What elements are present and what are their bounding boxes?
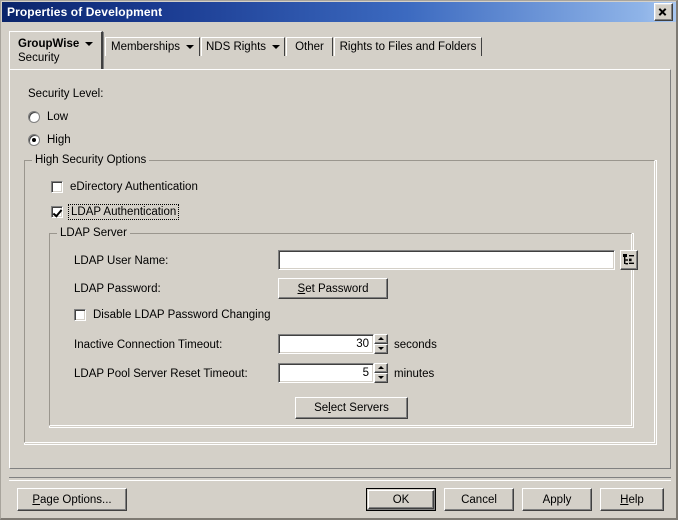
tab-nds-rights[interactable]: NDS Rights xyxy=(201,37,285,56)
set-password-button[interactable]: Set Password xyxy=(278,278,388,299)
radio-security-level-low[interactable]: Low xyxy=(28,111,68,123)
checkbox-ldap-label: LDAP Authentication xyxy=(67,204,180,220)
close-icon[interactable] xyxy=(654,3,673,21)
ldap-password-label: LDAP Password: xyxy=(74,283,161,295)
inactive-timeout-stepper[interactable] xyxy=(374,334,388,354)
tab-groupwise-security[interactable]: GroupWise Security xyxy=(9,31,103,71)
cancel-button-label: Cancel xyxy=(461,493,497,506)
pool-reset-timeout-stepper[interactable] xyxy=(374,363,388,383)
group-ldap-server-title: LDAP Server xyxy=(57,227,130,239)
inactive-timeout-stepper-down[interactable] xyxy=(374,344,388,354)
properties-dialog-window: Properties of Development GroupWise Secu… xyxy=(0,0,678,520)
checkbox-disable-ldap-password-changing[interactable]: Disable LDAP Password Changing xyxy=(74,309,271,321)
ldap-user-name-label: LDAP User Name: xyxy=(74,255,169,267)
group-high-security-options: High Security Options eDirectory Authent… xyxy=(24,154,657,445)
security-level-label: Security Level: xyxy=(28,88,104,100)
tab-rights-label: Rights to Files and Folders xyxy=(339,41,477,53)
set-password-button-label: Set Password xyxy=(297,282,369,295)
ok-button[interactable]: OK xyxy=(366,488,436,511)
titlebar: Properties of Development xyxy=(2,2,676,22)
checkbox-edirectory-authentication[interactable]: eDirectory Authentication xyxy=(51,181,198,193)
tab-other-label: Other xyxy=(295,41,324,53)
apply-button-label: Apply xyxy=(542,493,572,506)
page-options-button-label: Page Options... xyxy=(32,493,112,506)
help-button-label: Help xyxy=(620,493,644,506)
radio-low-indicator[interactable] xyxy=(28,111,40,123)
checkbox-edirectory-indicator[interactable] xyxy=(51,181,63,193)
tab-memberships[interactable]: Memberships xyxy=(105,37,200,56)
radio-security-level-high[interactable]: High xyxy=(28,134,71,146)
tab-strip: GroupWise Security Memberships NDS Right… xyxy=(9,31,671,71)
cancel-button[interactable]: Cancel xyxy=(444,488,514,511)
ok-button-label: OK xyxy=(392,493,410,506)
group-ldap-server-title-text: LDAP Server xyxy=(60,227,127,239)
tab-rights-to-files-and-folders[interactable]: Rights to Files and Folders xyxy=(334,37,482,56)
apply-button[interactable]: Apply xyxy=(522,488,592,511)
chevron-down-icon[interactable] xyxy=(272,45,281,49)
radio-low-label: Low xyxy=(47,111,69,123)
tab-nds-rights-label: NDS Rights xyxy=(205,41,267,53)
window-title: Properties of Development xyxy=(7,5,163,19)
page-options-button[interactable]: Page Options... xyxy=(17,488,127,511)
ldap-user-name-input[interactable] xyxy=(278,250,615,270)
tab-groupwise-label-row: GroupWise xyxy=(18,38,94,50)
checkbox-disable-ldap-label: Disable LDAP Password Changing xyxy=(93,309,271,321)
tab-groupwise-label: GroupWise xyxy=(18,38,80,50)
inactive-timeout-units: seconds xyxy=(394,339,437,351)
help-button[interactable]: Help xyxy=(600,488,664,511)
checkbox-ldap-authentication[interactable]: LDAP Authentication xyxy=(51,204,180,220)
pool-reset-timeout-units: minutes xyxy=(394,368,435,380)
checkbox-ldap-indicator[interactable] xyxy=(51,206,63,218)
checkbox-edirectory-label: eDirectory Authentication xyxy=(70,181,198,193)
pool-reset-stepper-down[interactable] xyxy=(374,373,388,383)
tab-groupwise-sublabel: Security xyxy=(18,52,60,64)
chevron-down-icon[interactable] xyxy=(85,42,94,46)
ldap-pool-server-reset-timeout-input[interactable] xyxy=(278,363,374,383)
group-high-security-options-title: High Security Options xyxy=(32,154,150,166)
footer-divider xyxy=(9,477,671,481)
checkbox-disable-ldap-indicator[interactable] xyxy=(74,309,86,321)
tab-memberships-label: Memberships xyxy=(110,41,181,53)
tab-content-panel: Security Level: Low High High Security O… xyxy=(9,69,671,469)
chevron-down-icon[interactable] xyxy=(186,45,195,49)
pool-reset-stepper-up[interactable] xyxy=(374,363,388,373)
inactive-connection-timeout-label: Inactive Connection Timeout: xyxy=(74,339,223,351)
radio-high-label: High xyxy=(47,134,71,146)
ldap-pool-server-reset-timeout-label: LDAP Pool Server Reset Timeout: xyxy=(74,368,248,380)
radio-high-indicator[interactable] xyxy=(28,134,40,146)
inactive-timeout-stepper-up[interactable] xyxy=(374,334,388,344)
tab-other[interactable]: Other xyxy=(286,37,333,56)
select-servers-button-label: Select Servers xyxy=(314,402,389,414)
directory-tree-icon[interactable] xyxy=(620,250,638,270)
inactive-connection-timeout-input[interactable] xyxy=(278,334,374,354)
group-ldap-server: LDAP Server LDAP User Name: LDAP Passwor… xyxy=(49,227,638,428)
select-servers-button[interactable]: Select Servers xyxy=(295,397,408,419)
